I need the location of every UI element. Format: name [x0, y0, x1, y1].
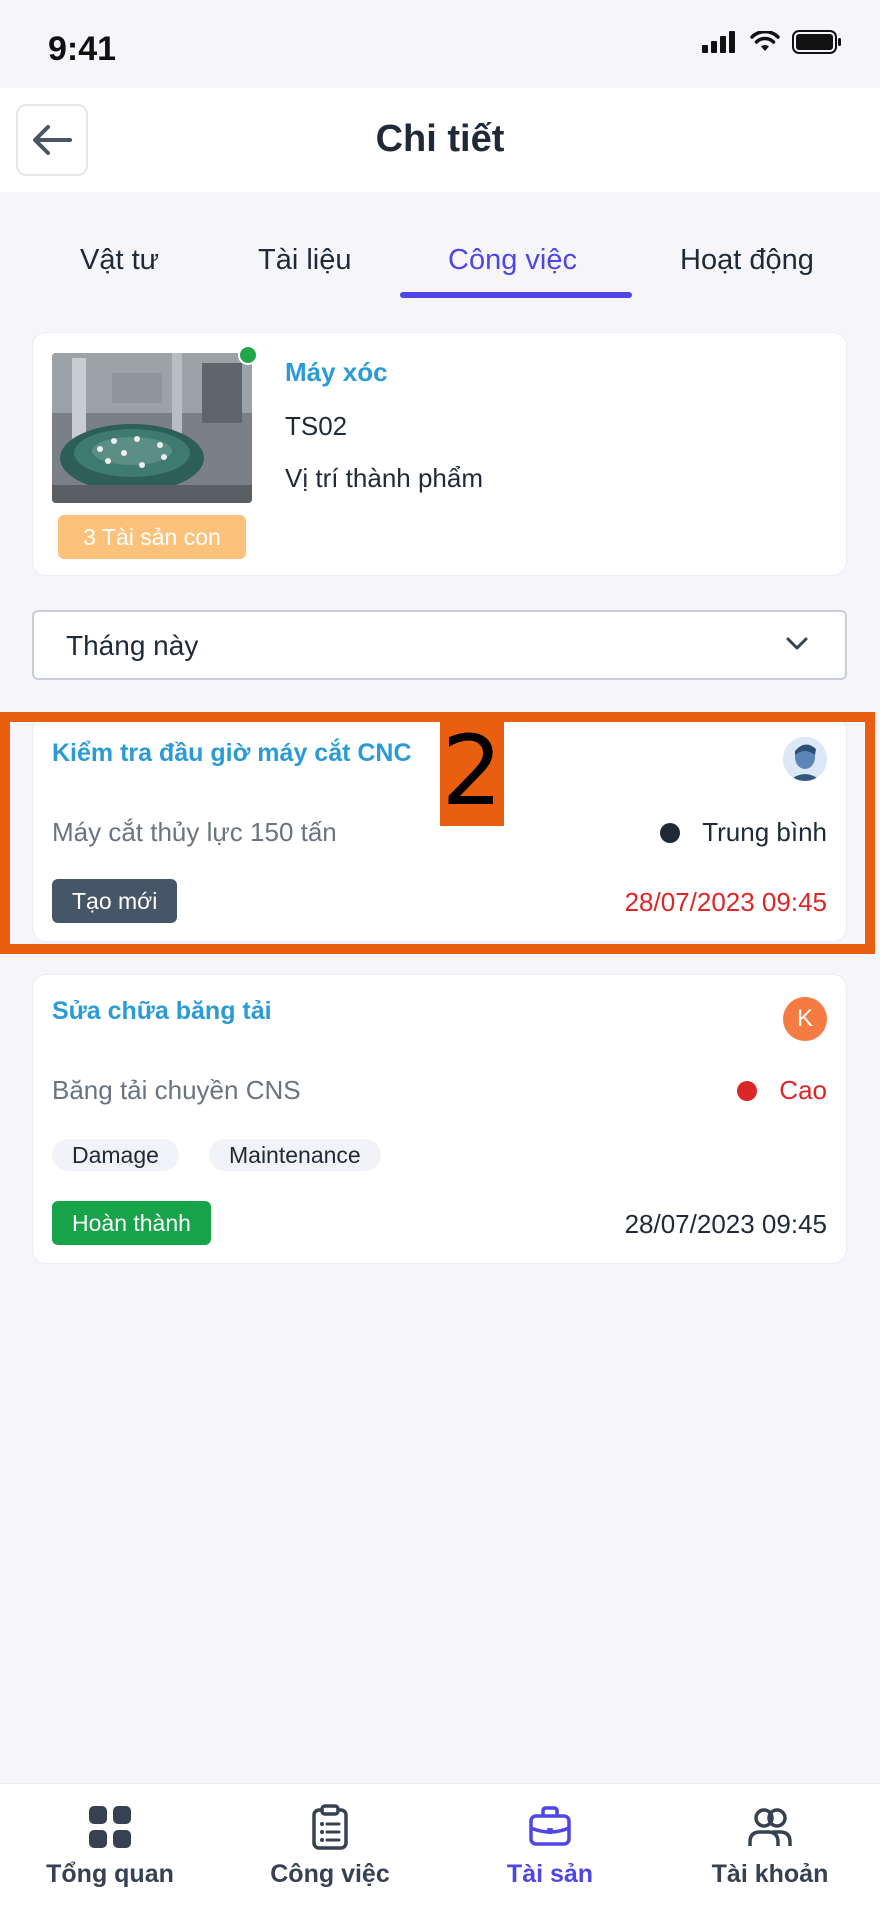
tab-materials[interactable]: Vật tư: [80, 244, 159, 277]
assignee-avatar: [783, 737, 827, 781]
status-bar: 9:41: [0, 0, 880, 88]
status-icons: [702, 30, 842, 54]
bottom-nav: Tổng quan Công việc Tài sản Tài khoản: [0, 1783, 880, 1912]
status-time: 9:41: [48, 30, 117, 68]
task-priority: Cao: [737, 1075, 827, 1106]
grid-icon: [89, 1806, 131, 1848]
priority-dot: [660, 822, 681, 843]
task-date: 28/07/2023 09:45: [624, 887, 827, 917]
page-title: Chi tiết: [375, 118, 505, 160]
tab-documents[interactable]: Tài liệu: [258, 244, 352, 277]
asset-card[interactable]: 3 Tài sản con Máy xóc TS02 Vị trí thành …: [32, 332, 847, 576]
time-filter-value: Tháng này: [66, 630, 199, 661]
nav-label: Tài khoản: [711, 1860, 829, 1888]
users-icon: [748, 1808, 792, 1846]
status-badge: Tạo mới: [52, 879, 178, 923]
nav-label: Công việc: [270, 1860, 390, 1888]
asset-photo: [52, 353, 252, 503]
app-header: Chi tiết: [0, 88, 880, 192]
nav-overview[interactable]: Tổng quan: [0, 1804, 220, 1889]
battery-icon: [792, 30, 841, 54]
nav-label: Tổng quan: [46, 1860, 174, 1888]
clipboard-icon: [312, 1804, 348, 1850]
assignee-avatar: K: [783, 997, 827, 1041]
nav-label: Tài sản: [506, 1860, 594, 1888]
annotation-number: 2: [440, 715, 504, 827]
online-status-dot: [238, 345, 258, 365]
nav-work-orders[interactable]: Công việc: [220, 1804, 440, 1889]
task-title[interactable]: Kiểm tra đầu giờ máy cắt CNC: [52, 739, 412, 768]
tab-activity[interactable]: Hoạt động: [680, 244, 814, 277]
asset-location: Vị trí thành phẩm: [285, 463, 483, 493]
task-asset-name: Băng tải chuyền CNS: [52, 1075, 301, 1105]
active-tab-indicator: [400, 292, 632, 298]
priority-dot: [737, 1080, 758, 1101]
nav-accounts[interactable]: Tài khoản: [660, 1804, 880, 1889]
detail-tabs: Vật tư Tài liệu Công việc Hoạt động: [0, 236, 880, 300]
nav-assets[interactable]: Tài sản: [440, 1804, 660, 1889]
asset-code: TS02: [285, 411, 348, 441]
child-assets-badge[interactable]: 3 Tài sản con: [58, 515, 246, 559]
priority-label: Cao: [779, 1075, 827, 1105]
briefcase-icon: [529, 1806, 571, 1846]
task-tag: Maintenance: [209, 1139, 381, 1171]
task-asset-name: Máy cắt thủy lực 150 tấn: [52, 817, 337, 847]
time-filter-select[interactable]: Tháng này: [32, 610, 847, 680]
task-card[interactable]: Sửa chữa băng tải K Băng tải chuyền CNS …: [32, 974, 847, 1264]
task-date: 28/07/2023 09:45: [624, 1209, 827, 1239]
tab-work-orders[interactable]: Công việc: [448, 244, 577, 277]
status-badge: Hoàn thành: [52, 1201, 211, 1245]
signal-icon: [702, 31, 735, 53]
task-priority: Trung bình: [660, 817, 827, 848]
asset-name[interactable]: Máy xóc: [285, 357, 388, 388]
task-title[interactable]: Sửa chữa băng tải: [52, 997, 272, 1026]
priority-label: Trung bình: [702, 817, 827, 847]
wifi-icon: [750, 31, 780, 51]
task-tag: Damage: [52, 1139, 179, 1171]
chevron-down-icon: [786, 637, 808, 650]
